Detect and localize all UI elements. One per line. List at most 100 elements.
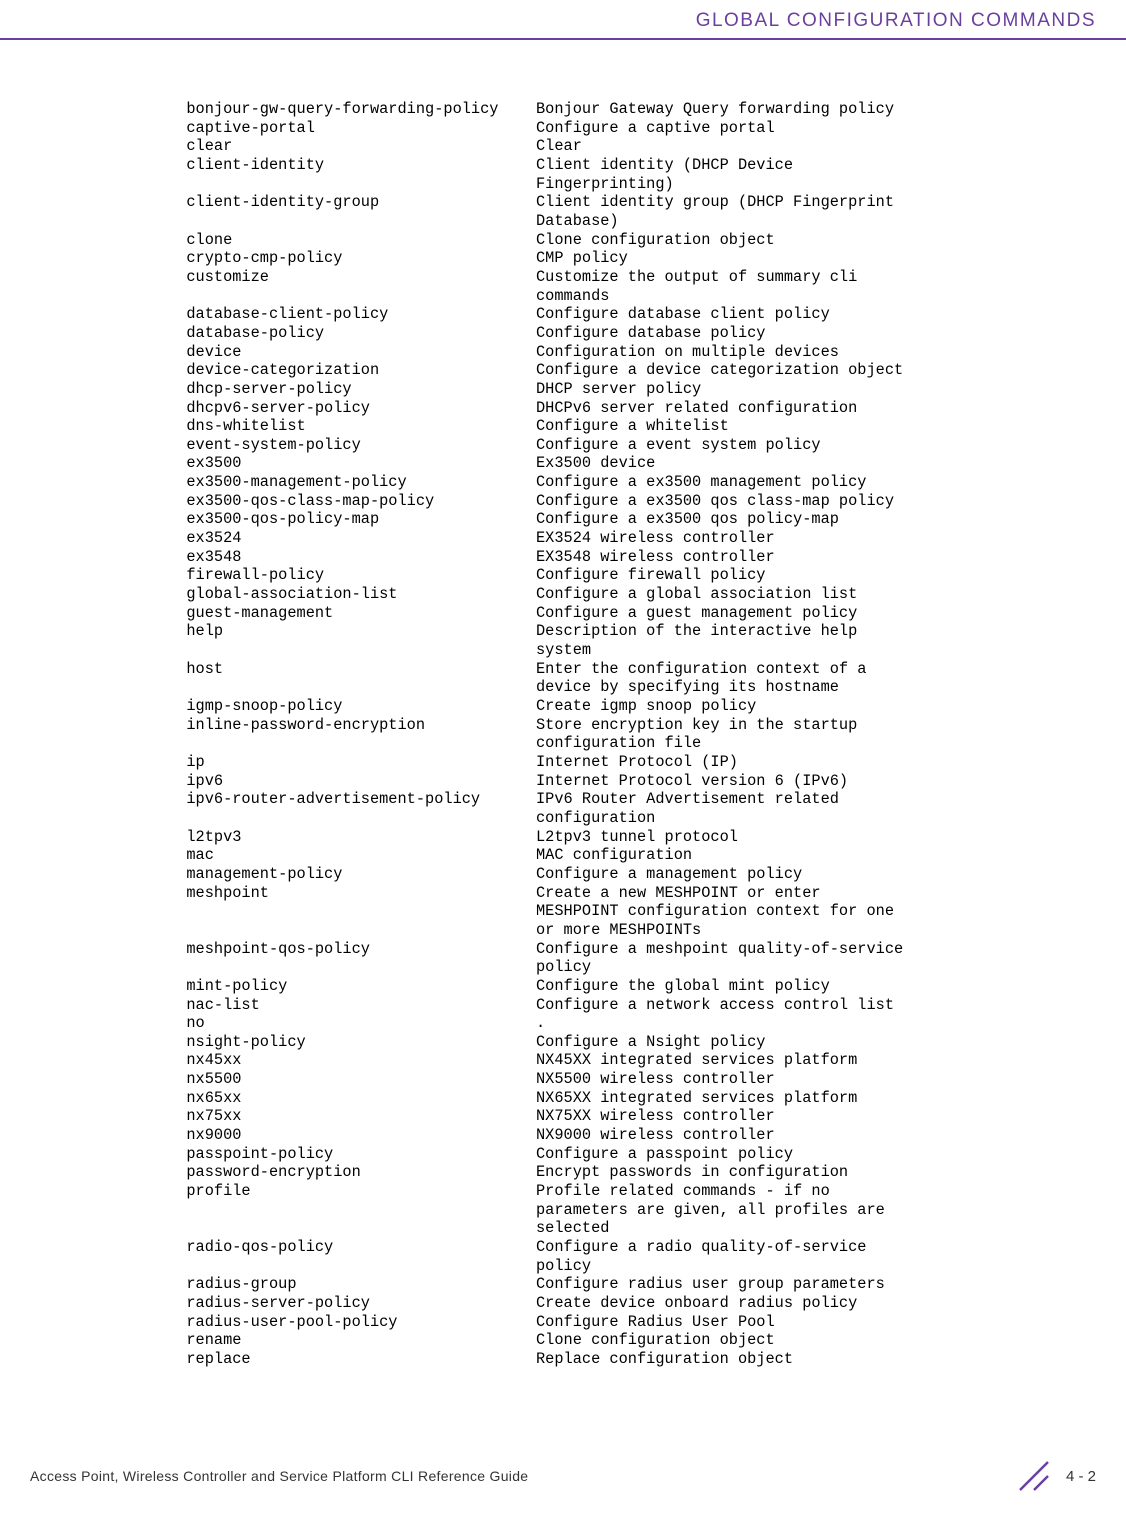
command-row: hostEnter the configuration context of a bbox=[168, 660, 1066, 679]
command-name: inline-password-encryption bbox=[168, 716, 536, 735]
command-row: MESHPOINT configuration context for one bbox=[168, 902, 1066, 921]
command-description: Internet Protocol (IP) bbox=[536, 753, 1066, 772]
command-row: captive-portalConfigure a captive portal bbox=[168, 119, 1066, 138]
command-row: nac-listConfigure a network access contr… bbox=[168, 996, 1066, 1015]
command-description: Configure a captive portal bbox=[536, 119, 1066, 138]
command-row: customizeCustomize the output of summary… bbox=[168, 268, 1066, 287]
command-name bbox=[168, 958, 536, 977]
command-name: host bbox=[168, 660, 536, 679]
command-name: password-encryption bbox=[168, 1163, 536, 1182]
command-name: ex3500 bbox=[168, 454, 536, 473]
command-description: Configure Radius User Pool bbox=[536, 1313, 1066, 1332]
command-name: ex3524 bbox=[168, 529, 536, 548]
command-name: rename bbox=[168, 1331, 536, 1350]
command-description: Enter the configuration context of a bbox=[536, 660, 1066, 679]
command-name bbox=[168, 1257, 536, 1276]
command-row: meshpointCreate a new MESHPOINT or enter bbox=[168, 884, 1066, 903]
command-description: policy bbox=[536, 1257, 1066, 1276]
command-name: nx5500 bbox=[168, 1070, 536, 1089]
command-name: radio-qos-policy bbox=[168, 1238, 536, 1257]
command-row: policy bbox=[168, 958, 1066, 977]
command-description: Configure database client policy bbox=[536, 305, 1066, 324]
command-row: no. bbox=[168, 1014, 1066, 1033]
command-description: Client identity (DHCP Device bbox=[536, 156, 1066, 175]
command-description: Bonjour Gateway Query forwarding policy bbox=[536, 100, 1066, 119]
command-name: global-association-list bbox=[168, 585, 536, 604]
command-row: ex3548EX3548 wireless controller bbox=[168, 548, 1066, 567]
header-title: GLOBAL CONFIGURATION COMMANDS bbox=[696, 10, 1096, 31]
command-description: Store encryption key in the startup bbox=[536, 716, 1066, 735]
command-description: NX65XX integrated services platform bbox=[536, 1089, 1066, 1108]
command-description: Configure a whitelist bbox=[536, 417, 1066, 436]
command-row: configuration bbox=[168, 809, 1066, 828]
command-name: bonjour-gw-query-forwarding-policy bbox=[168, 100, 536, 119]
command-description: device by specifying its hostname bbox=[536, 678, 1066, 697]
command-name bbox=[168, 641, 536, 660]
command-name: database-client-policy bbox=[168, 305, 536, 324]
command-description: Configure a device categorization object bbox=[536, 361, 1066, 380]
command-row: meshpoint-qos-policyConfigure a meshpoin… bbox=[168, 940, 1066, 959]
command-description: Configure a ex3500 qos class-map policy bbox=[536, 492, 1066, 511]
command-name: clone bbox=[168, 231, 536, 250]
command-row: radius-groupConfigure radius user group … bbox=[168, 1275, 1066, 1294]
command-row: client-identityClient identity (DHCP Dev… bbox=[168, 156, 1066, 175]
command-description: DHCPv6 server related configuration bbox=[536, 399, 1066, 418]
command-description: Configure database policy bbox=[536, 324, 1066, 343]
command-description: Configure a passpoint policy bbox=[536, 1145, 1066, 1164]
command-description: NX5500 wireless controller bbox=[536, 1070, 1066, 1089]
command-name: device bbox=[168, 343, 536, 362]
command-row: database-policyConfigure database policy bbox=[168, 324, 1066, 343]
command-name bbox=[168, 1201, 536, 1220]
command-name: database-policy bbox=[168, 324, 536, 343]
command-row: macMAC configuration bbox=[168, 846, 1066, 865]
command-row: replaceReplace configuration object bbox=[168, 1350, 1066, 1369]
command-row: l2tpv3L2tpv3 tunnel protocol bbox=[168, 828, 1066, 847]
command-name: client-identity-group bbox=[168, 193, 536, 212]
command-row: mint-policyConfigure the global mint pol… bbox=[168, 977, 1066, 996]
command-name: nx75xx bbox=[168, 1107, 536, 1126]
command-name: radius-server-policy bbox=[168, 1294, 536, 1313]
command-row: radio-qos-policyConfigure a radio qualit… bbox=[168, 1238, 1066, 1257]
command-name: ex3500-qos-class-map-policy bbox=[168, 492, 536, 511]
command-description: EX3548 wireless controller bbox=[536, 548, 1066, 567]
command-row: crypto-cmp-policyCMP policy bbox=[168, 249, 1066, 268]
command-name: captive-portal bbox=[168, 119, 536, 138]
command-description: commands bbox=[536, 287, 1066, 306]
command-row: nx5500NX5500 wireless controller bbox=[168, 1070, 1066, 1089]
command-row: nsight-policyConfigure a Nsight policy bbox=[168, 1033, 1066, 1052]
command-name: client-identity bbox=[168, 156, 536, 175]
command-row: event-system-policyConfigure a event sys… bbox=[168, 436, 1066, 455]
command-name: ex3548 bbox=[168, 548, 536, 567]
command-description: Ex3500 device bbox=[536, 454, 1066, 473]
command-name bbox=[168, 809, 536, 828]
command-description: Configure a global association list bbox=[536, 585, 1066, 604]
command-row: nx45xxNX45XX integrated services platfor… bbox=[168, 1051, 1066, 1070]
command-row: bonjour-gw-query-forwarding-policyBonjou… bbox=[168, 100, 1066, 119]
command-name: radius-user-pool-policy bbox=[168, 1313, 536, 1332]
command-description: MAC configuration bbox=[536, 846, 1066, 865]
command-name: ex3500-management-policy bbox=[168, 473, 536, 492]
command-name: nx45xx bbox=[168, 1051, 536, 1070]
command-description: CMP policy bbox=[536, 249, 1066, 268]
command-description: or more MESHPOINTs bbox=[536, 921, 1066, 940]
command-name: no bbox=[168, 1014, 536, 1033]
command-row: database-client-policyConfigure database… bbox=[168, 305, 1066, 324]
command-row: ex3500Ex3500 device bbox=[168, 454, 1066, 473]
command-row: ex3500-qos-policy-mapConfigure a ex3500 … bbox=[168, 510, 1066, 529]
command-description: parameters are given, all profiles are bbox=[536, 1201, 1066, 1220]
command-row: nx9000NX9000 wireless controller bbox=[168, 1126, 1066, 1145]
command-name: meshpoint-qos-policy bbox=[168, 940, 536, 959]
command-row: selected bbox=[168, 1219, 1066, 1238]
command-row: radius-user-pool-policyConfigure Radius … bbox=[168, 1313, 1066, 1332]
command-name: mac bbox=[168, 846, 536, 865]
command-row: parameters are given, all profiles are bbox=[168, 1201, 1066, 1220]
command-name: ipv6-router-advertisement-policy bbox=[168, 790, 536, 809]
command-name: replace bbox=[168, 1350, 536, 1369]
command-name bbox=[168, 734, 536, 753]
command-row: system bbox=[168, 641, 1066, 660]
command-row: or more MESHPOINTs bbox=[168, 921, 1066, 940]
page-footer: Access Point, Wireless Controller and Se… bbox=[0, 1456, 1126, 1496]
command-name: crypto-cmp-policy bbox=[168, 249, 536, 268]
command-description: IPv6 Router Advertisement related bbox=[536, 790, 1066, 809]
command-row: password-encryptionEncrypt passwords in … bbox=[168, 1163, 1066, 1182]
